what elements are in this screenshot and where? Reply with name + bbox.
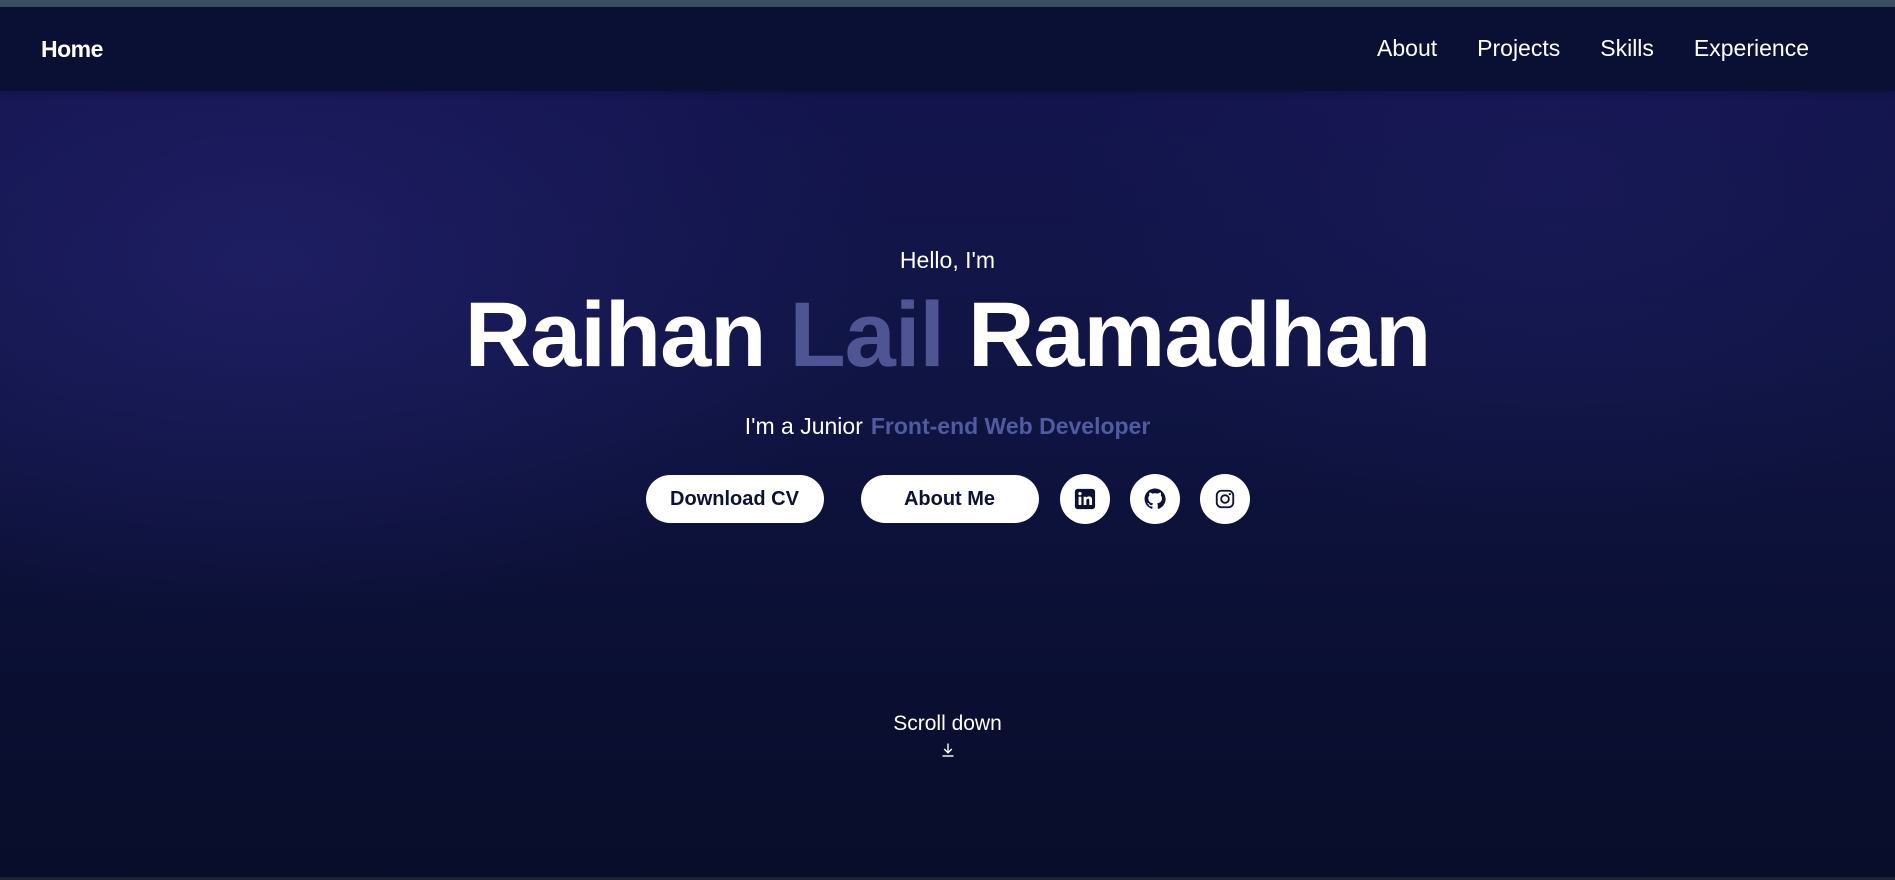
github-icon <box>1144 488 1166 510</box>
name-last: Ramadhan <box>967 284 1431 386</box>
linkedin-icon <box>1074 488 1096 510</box>
hero-greeting: Hello, I'm <box>899 247 996 273</box>
about-me-button[interactable]: About Me <box>860 475 1039 523</box>
github-button[interactable] <box>1129 474 1180 524</box>
subtitle-role: Front-end Web Developer <box>870 413 1151 439</box>
hero-name: Raihan Lail Ramadhan <box>0 289 1895 381</box>
hero-actions: Download CV About Me <box>0 474 1895 524</box>
name-first: Raihan <box>464 284 767 386</box>
hero-section: Hello, I'm Raihan Lail Ramadhan I'm a Juni… <box>0 91 1895 880</box>
hero-subtitle: I'm a Junior Front-end Web Developer <box>0 413 1895 440</box>
subtitle-prefix: I'm a Junior <box>744 413 863 439</box>
nav-link-about[interactable]: About <box>1377 35 1437 62</box>
download-arrow-icon <box>940 742 956 758</box>
instagram-button[interactable] <box>1199 474 1250 524</box>
nav-link-projects[interactable]: Projects <box>1477 35 1560 62</box>
nav-link-skills[interactable]: Skills <box>1600 35 1654 62</box>
nav-link-experience[interactable]: Experience <box>1694 35 1809 62</box>
nav-links: About Projects Skills Experience <box>1377 35 1809 62</box>
linkedin-button[interactable] <box>1059 474 1110 524</box>
download-cv-button[interactable]: Download CV <box>645 475 824 523</box>
instagram-icon <box>1214 488 1236 510</box>
navbar: Home About Projects Skills Experience <box>0 7 1895 91</box>
scroll-down-label: Scroll down <box>893 712 1002 735</box>
browser-top-strip <box>0 0 1895 7</box>
scroll-down-link[interactable]: Scroll down <box>0 712 1895 758</box>
name-middle: Lail <box>789 284 944 386</box>
nav-home-link[interactable]: Home <box>41 36 103 63</box>
